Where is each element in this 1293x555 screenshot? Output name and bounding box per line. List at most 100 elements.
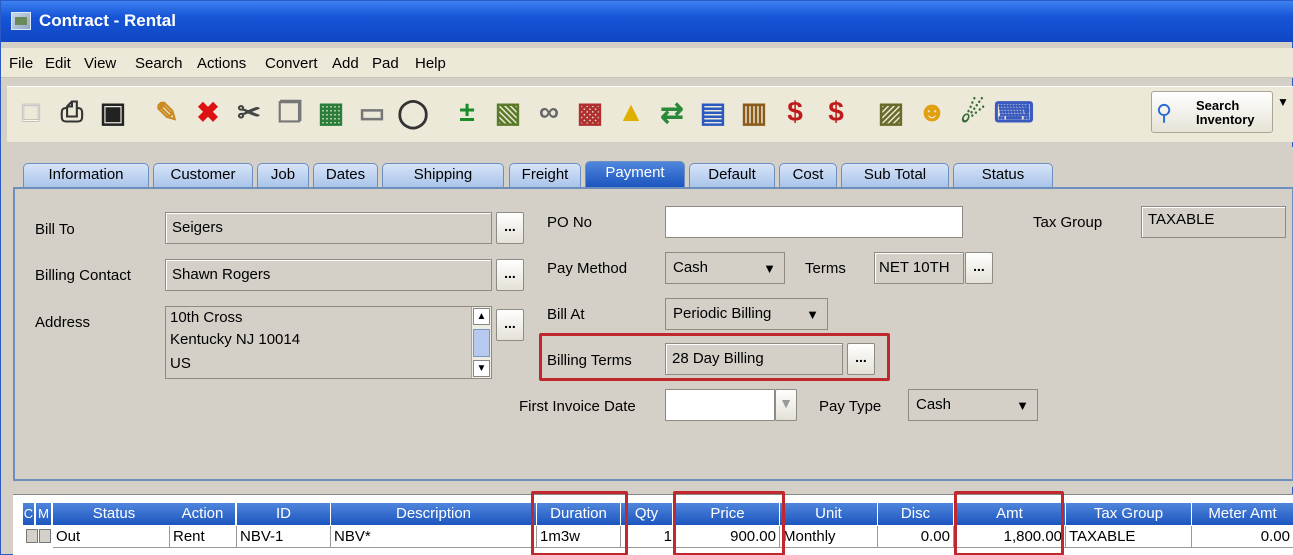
cell-description[interactable]: NBV* <box>331 526 537 548</box>
satellite-icon[interactable]: ☄ <box>953 91 993 133</box>
tab-job[interactable]: Job <box>257 163 309 187</box>
menu-edit[interactable]: Edit <box>45 55 71 72</box>
scroll-thumb[interactable] <box>473 329 490 357</box>
menu-pad[interactable]: Pad <box>372 55 399 72</box>
column-header-description[interactable]: Description <box>331 503 537 525</box>
address-scrollbar[interactable]: ▲ ▼ <box>471 307 491 378</box>
column-header-meter-amt[interactable]: Meter Amt <box>1192 503 1293 525</box>
tab-freight[interactable]: Freight <box>509 163 581 187</box>
terms-label: Terms <box>805 260 846 277</box>
tab-payment[interactable]: Payment <box>585 161 685 187</box>
date-picker-dropdown-icon[interactable]: ▼ <box>775 389 797 421</box>
plus-minus-icon[interactable]: ± <box>447 91 487 133</box>
tab-sub-total[interactable]: Sub Total <box>841 163 949 187</box>
menu-add[interactable]: Add <box>332 55 359 72</box>
tax-group-field[interactable]: TAXABLE <box>1141 206 1286 238</box>
cell-disc[interactable]: 0.00 <box>878 526 954 548</box>
tab-dates[interactable]: Dates <box>313 163 378 187</box>
tab-default[interactable]: Default <box>689 163 775 187</box>
truck-icon[interactable]: ▲ <box>611 91 651 133</box>
menu-view[interactable]: View <box>84 55 116 72</box>
contract-rental-window: Contract - Rental File Edit View Search … <box>0 0 1293 555</box>
billing-contact-lookup-button[interactable]: ... <box>496 259 524 291</box>
column-header-action[interactable]: Action <box>170 503 236 525</box>
column-header-tax-group[interactable]: Tax Group <box>1066 503 1192 525</box>
po-no-input[interactable] <box>665 206 963 238</box>
address-lookup-button[interactable]: ... <box>496 309 524 341</box>
row-checkbox-m[interactable] <box>39 529 51 543</box>
menu-convert[interactable]: Convert <box>265 55 318 72</box>
column-header-disc[interactable]: Disc <box>878 503 954 525</box>
menu-file[interactable]: File <box>9 55 33 72</box>
bill-to-label: Bill To <box>35 221 75 238</box>
first-invoice-date-label: First Invoice Date <box>519 398 636 415</box>
bill-to-field[interactable]: Seigers <box>165 212 492 244</box>
cell-tax-group[interactable]: TAXABLE <box>1066 526 1192 548</box>
pay-method-select[interactable]: Cash ▼ <box>665 252 785 284</box>
line-items-grid: C M Status Action ID Description Duratio… <box>13 494 1293 555</box>
notepad-icon[interactable]: ▤ <box>693 91 733 133</box>
calculator-icon[interactable]: ▧ <box>488 91 528 133</box>
column-header-status[interactable]: Status <box>53 503 176 525</box>
tab-status[interactable]: Status <box>953 163 1053 187</box>
pay-type-select[interactable]: Cash ▼ <box>908 389 1038 421</box>
chevron-down-icon: ▼ <box>806 307 819 322</box>
pay-type-value: Cash <box>916 396 952 413</box>
menu-help[interactable]: Help <box>415 55 446 72</box>
cell-id[interactable]: NBV-1 <box>237 526 331 548</box>
group-icon[interactable]: ∞ <box>529 91 569 133</box>
cut-scissors-icon[interactable]: ✂ <box>229 91 269 133</box>
column-header-c[interactable]: C <box>23 503 35 525</box>
row-checkbox-c[interactable] <box>26 529 38 543</box>
worker-icon[interactable]: ☻ <box>912 91 952 133</box>
column-header-qty[interactable]: Qty <box>621 503 673 525</box>
app-icon <box>11 12 31 30</box>
tab-customer[interactable]: Customer <box>153 163 253 187</box>
menu-search[interactable]: Search <box>135 55 183 72</box>
keyboard-icon[interactable]: ⌨ <box>994 91 1034 133</box>
toolbar-overflow-icon[interactable]: ▼ <box>1277 95 1289 125</box>
transfer-icon[interactable]: ⇄ <box>652 91 692 133</box>
copy-icon[interactable]: ❐ <box>270 91 310 133</box>
pay-icon[interactable]: $ <box>775 91 815 133</box>
pay-type-label: Pay Type <box>819 398 882 415</box>
pay-method-value: Cash <box>673 259 709 276</box>
binoculars-icon[interactable]: ◯ <box>393 91 433 133</box>
blocks-icon[interactable]: ▩ <box>570 91 610 133</box>
billing-contact-field[interactable]: Shawn Rogers <box>165 259 492 291</box>
tab-shipping[interactable]: Shipping <box>382 163 504 187</box>
edit-pencil-icon[interactable]: ✎ <box>147 91 187 133</box>
paste-icon[interactable]: ▦ <box>311 91 351 133</box>
cell-status[interactable]: Out <box>53 526 170 548</box>
bill-to-lookup-button[interactable]: ... <box>496 212 524 244</box>
first-invoice-date-input[interactable] <box>665 389 775 421</box>
cell-qty[interactable]: 1 <box>621 526 676 548</box>
search-inventory-button[interactable]: ⚲ Search Inventory <box>1151 91 1273 133</box>
document-icon[interactable]: ▭ <box>352 91 392 133</box>
save-icon[interactable]: ▣ <box>93 91 133 133</box>
due-icon[interactable]: $ <box>816 91 856 133</box>
print-icon[interactable]: ⎙ <box>52 91 92 133</box>
delete-x-icon[interactable]: ✖ <box>188 91 228 133</box>
scroll-down-icon[interactable]: ▼ <box>473 360 490 377</box>
chevron-down-icon: ▼ <box>1016 398 1029 413</box>
column-header-id[interactable]: ID <box>237 503 331 525</box>
cell-unit[interactable]: Monthly <box>780 526 878 548</box>
menu-actions[interactable]: Actions <box>197 55 246 72</box>
clipboard-icon[interactable]: ▨ <box>871 91 911 133</box>
tax-group-label: Tax Group <box>1033 214 1103 231</box>
address-textarea[interactable]: 10th Cross Kentucky NJ 10014 US ▲ ▼ <box>165 306 492 379</box>
terms-field[interactable]: NET 10TH <box>874 252 964 284</box>
toolbar: □ ⎙ ▣ ✎ ✖ ✂ ❐ ▦ ▭ ◯ ± ▧ ∞ ▩ ▲ ⇄ ▤ ▥ $ $ … <box>7 86 1293 142</box>
cell-action[interactable]: Rent <box>170 526 237 548</box>
column-header-unit[interactable]: Unit <box>780 503 878 525</box>
tab-cost[interactable]: Cost <box>779 163 837 187</box>
terms-lookup-button[interactable]: ... <box>965 252 993 284</box>
column-header-m[interactable]: M <box>36 503 52 525</box>
tab-information[interactable]: Information <box>23 163 149 187</box>
building-icon[interactable]: ▥ <box>734 91 774 133</box>
cell-meter-amt[interactable]: 0.00 <box>1192 526 1293 548</box>
new-document-icon[interactable]: □ <box>11 91 51 133</box>
scroll-up-icon[interactable]: ▲ <box>473 308 490 325</box>
bill-at-select[interactable]: Periodic Billing ▼ <box>665 298 828 330</box>
